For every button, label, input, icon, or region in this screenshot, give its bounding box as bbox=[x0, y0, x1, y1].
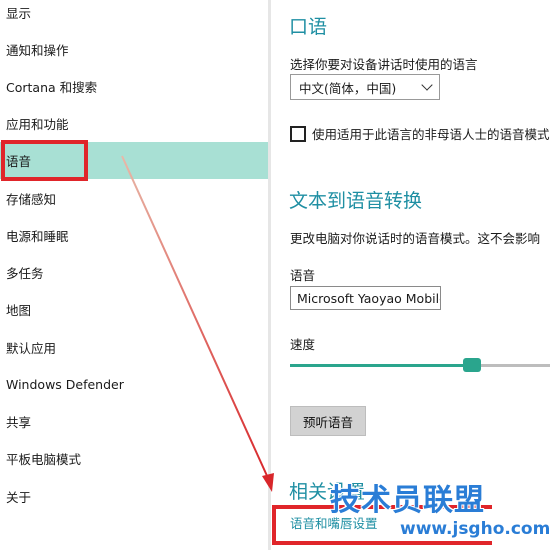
sidebar-item-default-apps[interactable]: 默认应用 bbox=[0, 329, 268, 366]
sidebar-item-windows-defender[interactable]: Windows Defender bbox=[0, 366, 268, 403]
speed-slider-thumb[interactable] bbox=[463, 358, 481, 372]
watermark-text: 技术员联盟 bbox=[330, 483, 485, 518]
chevron-down-icon bbox=[421, 79, 433, 91]
sidebar-item-apps[interactable]: 应用和功能 bbox=[0, 105, 268, 142]
sidebar-item-label: 共享 bbox=[6, 415, 32, 430]
voice-select[interactable]: Microsoft Yaoyao Mobile bbox=[290, 286, 441, 310]
preview-voice-button[interactable]: 预听语音 bbox=[290, 406, 366, 436]
sidebar-item-maps[interactable]: 地图 bbox=[0, 291, 268, 328]
sidebar-item-label: 关于 bbox=[6, 490, 32, 505]
sidebar-item-share[interactable]: 共享 bbox=[0, 403, 268, 440]
sidebar-item-label: 默认应用 bbox=[6, 341, 57, 356]
sidebar-item-label: Windows Defender bbox=[6, 377, 124, 392]
watermark-url: www.jsgho.com bbox=[400, 519, 550, 539]
sidebar-item-tablet-mode[interactable]: 平板电脑模式 bbox=[0, 440, 268, 477]
voice-select-value: Microsoft Yaoyao Mobile bbox=[297, 290, 441, 306]
sidebar-item-label: 显示 bbox=[6, 6, 32, 21]
sidebar-item-about[interactable]: 关于 bbox=[0, 478, 268, 515]
tts-title: 文本到语音转换 bbox=[289, 190, 423, 212]
speed-label: 速度 bbox=[290, 337, 316, 352]
speed-slider-fill bbox=[290, 364, 472, 367]
sidebar-item-label: 存储感知 bbox=[6, 192, 57, 207]
preview-voice-label: 预听语音 bbox=[302, 414, 353, 430]
sidebar-item-notifications[interactable]: 通知和操作 bbox=[0, 31, 268, 68]
language-dropdown-value: 中文(简体，中国) bbox=[299, 80, 397, 96]
tts-description: 更改电脑对你说话时的语音模式。这不会影响 bbox=[290, 231, 541, 246]
language-dropdown[interactable]: 中文(简体，中国) bbox=[290, 74, 440, 100]
sidebar-item-label: 平板电脑模式 bbox=[6, 452, 82, 467]
nonnative-label: 使用适用于此语言的非母语人士的语音模式 bbox=[312, 127, 550, 142]
nonnative-checkbox[interactable] bbox=[290, 126, 306, 142]
sidebar-item-label: 应用和功能 bbox=[6, 117, 69, 132]
language-prompt: 选择你要对设备讲话时使用的语言 bbox=[290, 57, 478, 72]
voice-label: 语音 bbox=[290, 268, 316, 283]
sidebar-item-storage[interactable]: 存储感知 bbox=[0, 180, 268, 217]
sidebar-item-label: 多任务 bbox=[6, 266, 44, 281]
sidebar-item-multitasking[interactable]: 多任务 bbox=[0, 254, 268, 291]
sidebar-item-display[interactable]: 显示 bbox=[0, 0, 268, 31]
sidebar-item-label: Cortana 和搜索 bbox=[6, 80, 98, 95]
sidebar-item-label: 通知和操作 bbox=[6, 43, 69, 58]
settings-sidebar: 显示 通知和操作 Cortana 和搜索 应用和功能 语音 存储感知 电源和睡眠… bbox=[0, 0, 268, 550]
panel-divider bbox=[268, 0, 271, 550]
sidebar-item-label: 电源和睡眠 bbox=[6, 229, 69, 244]
highlight-box-speech bbox=[1, 140, 88, 181]
sidebar-item-cortana[interactable]: Cortana 和搜索 bbox=[0, 68, 268, 105]
speech-title: 口语 bbox=[289, 16, 328, 38]
sidebar-item-label: 地图 bbox=[6, 303, 32, 318]
sidebar-item-power[interactable]: 电源和睡眠 bbox=[0, 217, 268, 254]
